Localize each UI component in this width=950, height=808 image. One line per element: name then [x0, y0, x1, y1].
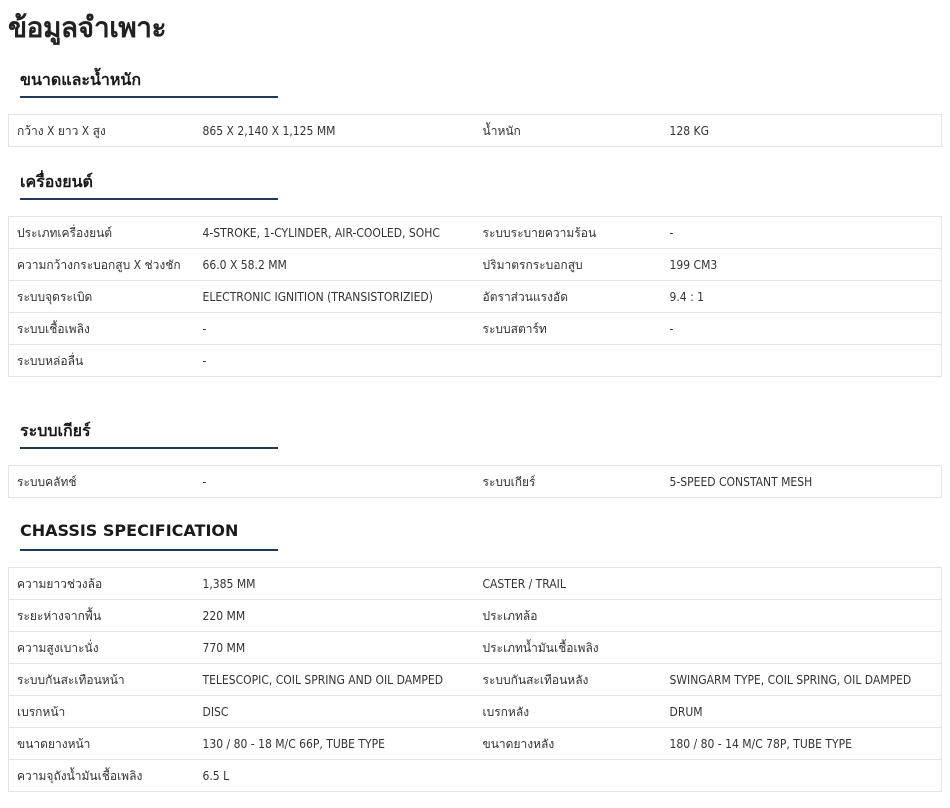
spec-value: -: [194, 312, 475, 345]
section-title: CHASSIS SPECIFICATION: [20, 521, 239, 540]
section-transmission: ระบบเกียร์ ระบบคลัทช์ - ระบบเกียร์ 5-SPEED …: [8, 419, 942, 498]
page-title: ข้อมูลจำเพาะ: [8, 11, 167, 44]
section-title: ขนาดและน้ำหนัก: [20, 70, 142, 89]
spec-value: 4-STROKE, 1-CYLINDER, AIR-COOLED, SOHC: [202, 226, 440, 240]
spec-value: [661, 599, 942, 632]
spec-value: SWINGARM TYPE, COIL SPRING, OIL DAMPED: [661, 663, 942, 696]
spec-value: -: [669, 226, 674, 240]
section-underline: [20, 549, 278, 551]
section-header: ระบบเกียร์: [8, 419, 941, 465]
spec-label: ระบบระบายความร้อน: [482, 226, 597, 240]
spec-value: DISC: [194, 695, 475, 728]
spec-row: ความกว้างกระบอกสูบ X ช่วงชัก 66.0 X 58.2 …: [8, 248, 942, 281]
spec-row: ระยะห่างจากพื้น 220 MM ประเภทล้อ: [8, 599, 942, 632]
section-engine: เครื่องยนต์ ประเภทเครื่องยนต์ 4-STROKE, 1…: [8, 170, 942, 377]
spec-value: 199 CM3: [661, 248, 942, 281]
spec-value: 5-SPEED CONSTANT MESH: [669, 475, 813, 489]
spec-value: DRUM: [661, 695, 942, 728]
spec-value: 1,385 MM: [202, 577, 256, 591]
spec-label: ความจุถังน้ำมันเชื้อเพลิง: [8, 759, 195, 792]
spec-value: 66.0 X 58.2 MM: [194, 248, 475, 281]
spec-label: ความกว้างกระบอกสูบ X ช่วงชัก: [8, 248, 195, 281]
spec-label: ระบบเกียร์: [482, 475, 536, 489]
spec-value: 128 KG: [669, 124, 709, 138]
spec-label: ความยาวช่วงล้อ: [17, 577, 103, 591]
spec-row: ระบบหล่อลื่น -: [8, 344, 942, 377]
spec-label: [474, 759, 662, 792]
spec-row: ระบบคลัทช์ - ระบบเกียร์ 5-SPEED CONSTANT ME…: [9, 466, 942, 498]
spec-row: เบรกหน้า DISC เบรกหลัง DRUM: [8, 695, 942, 728]
spec-label: ระบบจุดระเบิด: [8, 280, 195, 313]
spec-row: กว้าง X ยาว X สูง 865 X 2,140 X 1,125 MM น…: [9, 115, 942, 147]
section-underline: [20, 198, 278, 200]
spec-label: ขนาดยางหลัง: [474, 727, 662, 760]
spec-label: อัตราส่วนแรงอัด: [474, 280, 662, 313]
section-header: เครื่องยนต์: [8, 170, 941, 216]
spec-table: ความยาวช่วงล้อ 1,385 MM CASTER / TRAIL ระยะ…: [8, 567, 942, 792]
spec-value: [662, 568, 942, 600]
spec-row: ความสูงเบาะนั่ง 770 MM ประเภทน้ำมันเชื้อเพ…: [8, 631, 942, 664]
spec-label: ระยะห่างจากพื้น: [8, 599, 195, 632]
section-header: ขนาดและน้ำหนัก: [8, 68, 941, 114]
spec-label: ระบบเชื้อเพลิง: [8, 312, 195, 345]
spec-value: TELESCOPIC, COIL SPRING AND OIL DAMPED: [194, 663, 475, 696]
spec-value: 220 MM: [194, 599, 475, 632]
section-title: ระบบเกียร์: [20, 421, 91, 440]
spec-label: ระบบสตาร์ท: [474, 312, 662, 345]
spec-row: ระบบกันสะเทือนหน้า TELESCOPIC, COIL SPRIN…: [8, 663, 942, 696]
spec-value: 865 X 2,140 X 1,125 MM: [202, 124, 336, 138]
section-underline: [20, 447, 278, 449]
section-dimensions: ขนาดและน้ำหนัก กว้าง X ยาว X สูง 865 X 2,…: [8, 68, 942, 147]
spec-label: ความสูงเบาะนั่ง: [8, 631, 195, 664]
spec-value: 180 / 80 - 14 M/C 78P, TUBE TYPE: [661, 727, 942, 760]
spec-label: กว้าง X ยาว X สูง: [17, 124, 106, 138]
spec-value: -: [202, 475, 207, 489]
spec-label: [474, 344, 662, 377]
spec-value: 6.5 L: [194, 759, 475, 792]
spec-table: ประเภทเครื่องยนต์ 4-STROKE, 1-CYLINDER, A…: [8, 216, 942, 377]
spec-value: -: [661, 312, 942, 345]
section-title: เครื่องยนต์: [20, 172, 93, 191]
spec-value: [661, 759, 942, 792]
spec-table: กว้าง X ยาว X สูง 865 X 2,140 X 1,125 MM น…: [8, 114, 942, 147]
spec-value: 9.4 : 1: [661, 280, 942, 313]
section-underline: [20, 96, 278, 98]
spec-label: ขนาดยางหน้า: [8, 727, 195, 760]
spec-row: ประเภทเครื่องยนต์ 4-STROKE, 1-CYLINDER, A…: [9, 217, 942, 249]
spec-value: 130 / 80 - 18 M/C 66P, TUBE TYPE: [194, 727, 475, 760]
spec-label: น้ำหนัก: [482, 124, 521, 138]
spec-value: [661, 631, 942, 664]
spec-table: ระบบคลัทช์ - ระบบเกียร์ 5-SPEED CONSTANT ME…: [8, 465, 942, 498]
section-header: CHASSIS SPECIFICATION: [8, 521, 941, 567]
spec-row: ความยาวช่วงล้อ 1,385 MM CASTER / TRAIL: [9, 568, 942, 600]
spec-label: ระบบคลัทช์: [17, 475, 77, 489]
spec-row: ขนาดยางหน้า 130 / 80 - 18 M/C 66P, TUBE T…: [8, 727, 942, 760]
spec-value: -: [194, 344, 475, 377]
section-chassis: CHASSIS SPECIFICATION ความยาวช่วงล้อ 1,38…: [8, 521, 942, 792]
spec-label: ประเภทเครื่องยนต์: [17, 226, 113, 240]
spec-label: ระบบกันสะเทือนหลัง: [474, 663, 662, 696]
spec-label: ประเภทล้อ: [474, 599, 662, 632]
spec-row: ระบบจุดระเบิด ELECTRONIC IGNITION (TRANSI…: [8, 280, 942, 313]
spec-row: ความจุถังน้ำมันเชื้อเพลิง 6.5 L: [8, 759, 942, 792]
spec-label: CASTER / TRAIL: [482, 577, 566, 591]
spec-label: ประเภทน้ำมันเชื้อเพลิง: [474, 631, 662, 664]
spec-label: ระบบกันสะเทือนหน้า: [8, 663, 195, 696]
spec-label: เบรกหลัง: [474, 695, 662, 728]
spec-value: [661, 344, 942, 377]
spec-value: ELECTRONIC IGNITION (TRANSISTORIZIED): [194, 280, 475, 313]
spec-value: 770 MM: [194, 631, 475, 664]
spec-label: ปริมาตรกระบอกสูบ: [474, 248, 662, 281]
spec-row: ระบบเชื้อเพลิง - ระบบสตาร์ท -: [8, 312, 942, 345]
spec-label: ระบบหล่อลื่น: [8, 344, 195, 377]
spec-label: เบรกหน้า: [8, 695, 195, 728]
